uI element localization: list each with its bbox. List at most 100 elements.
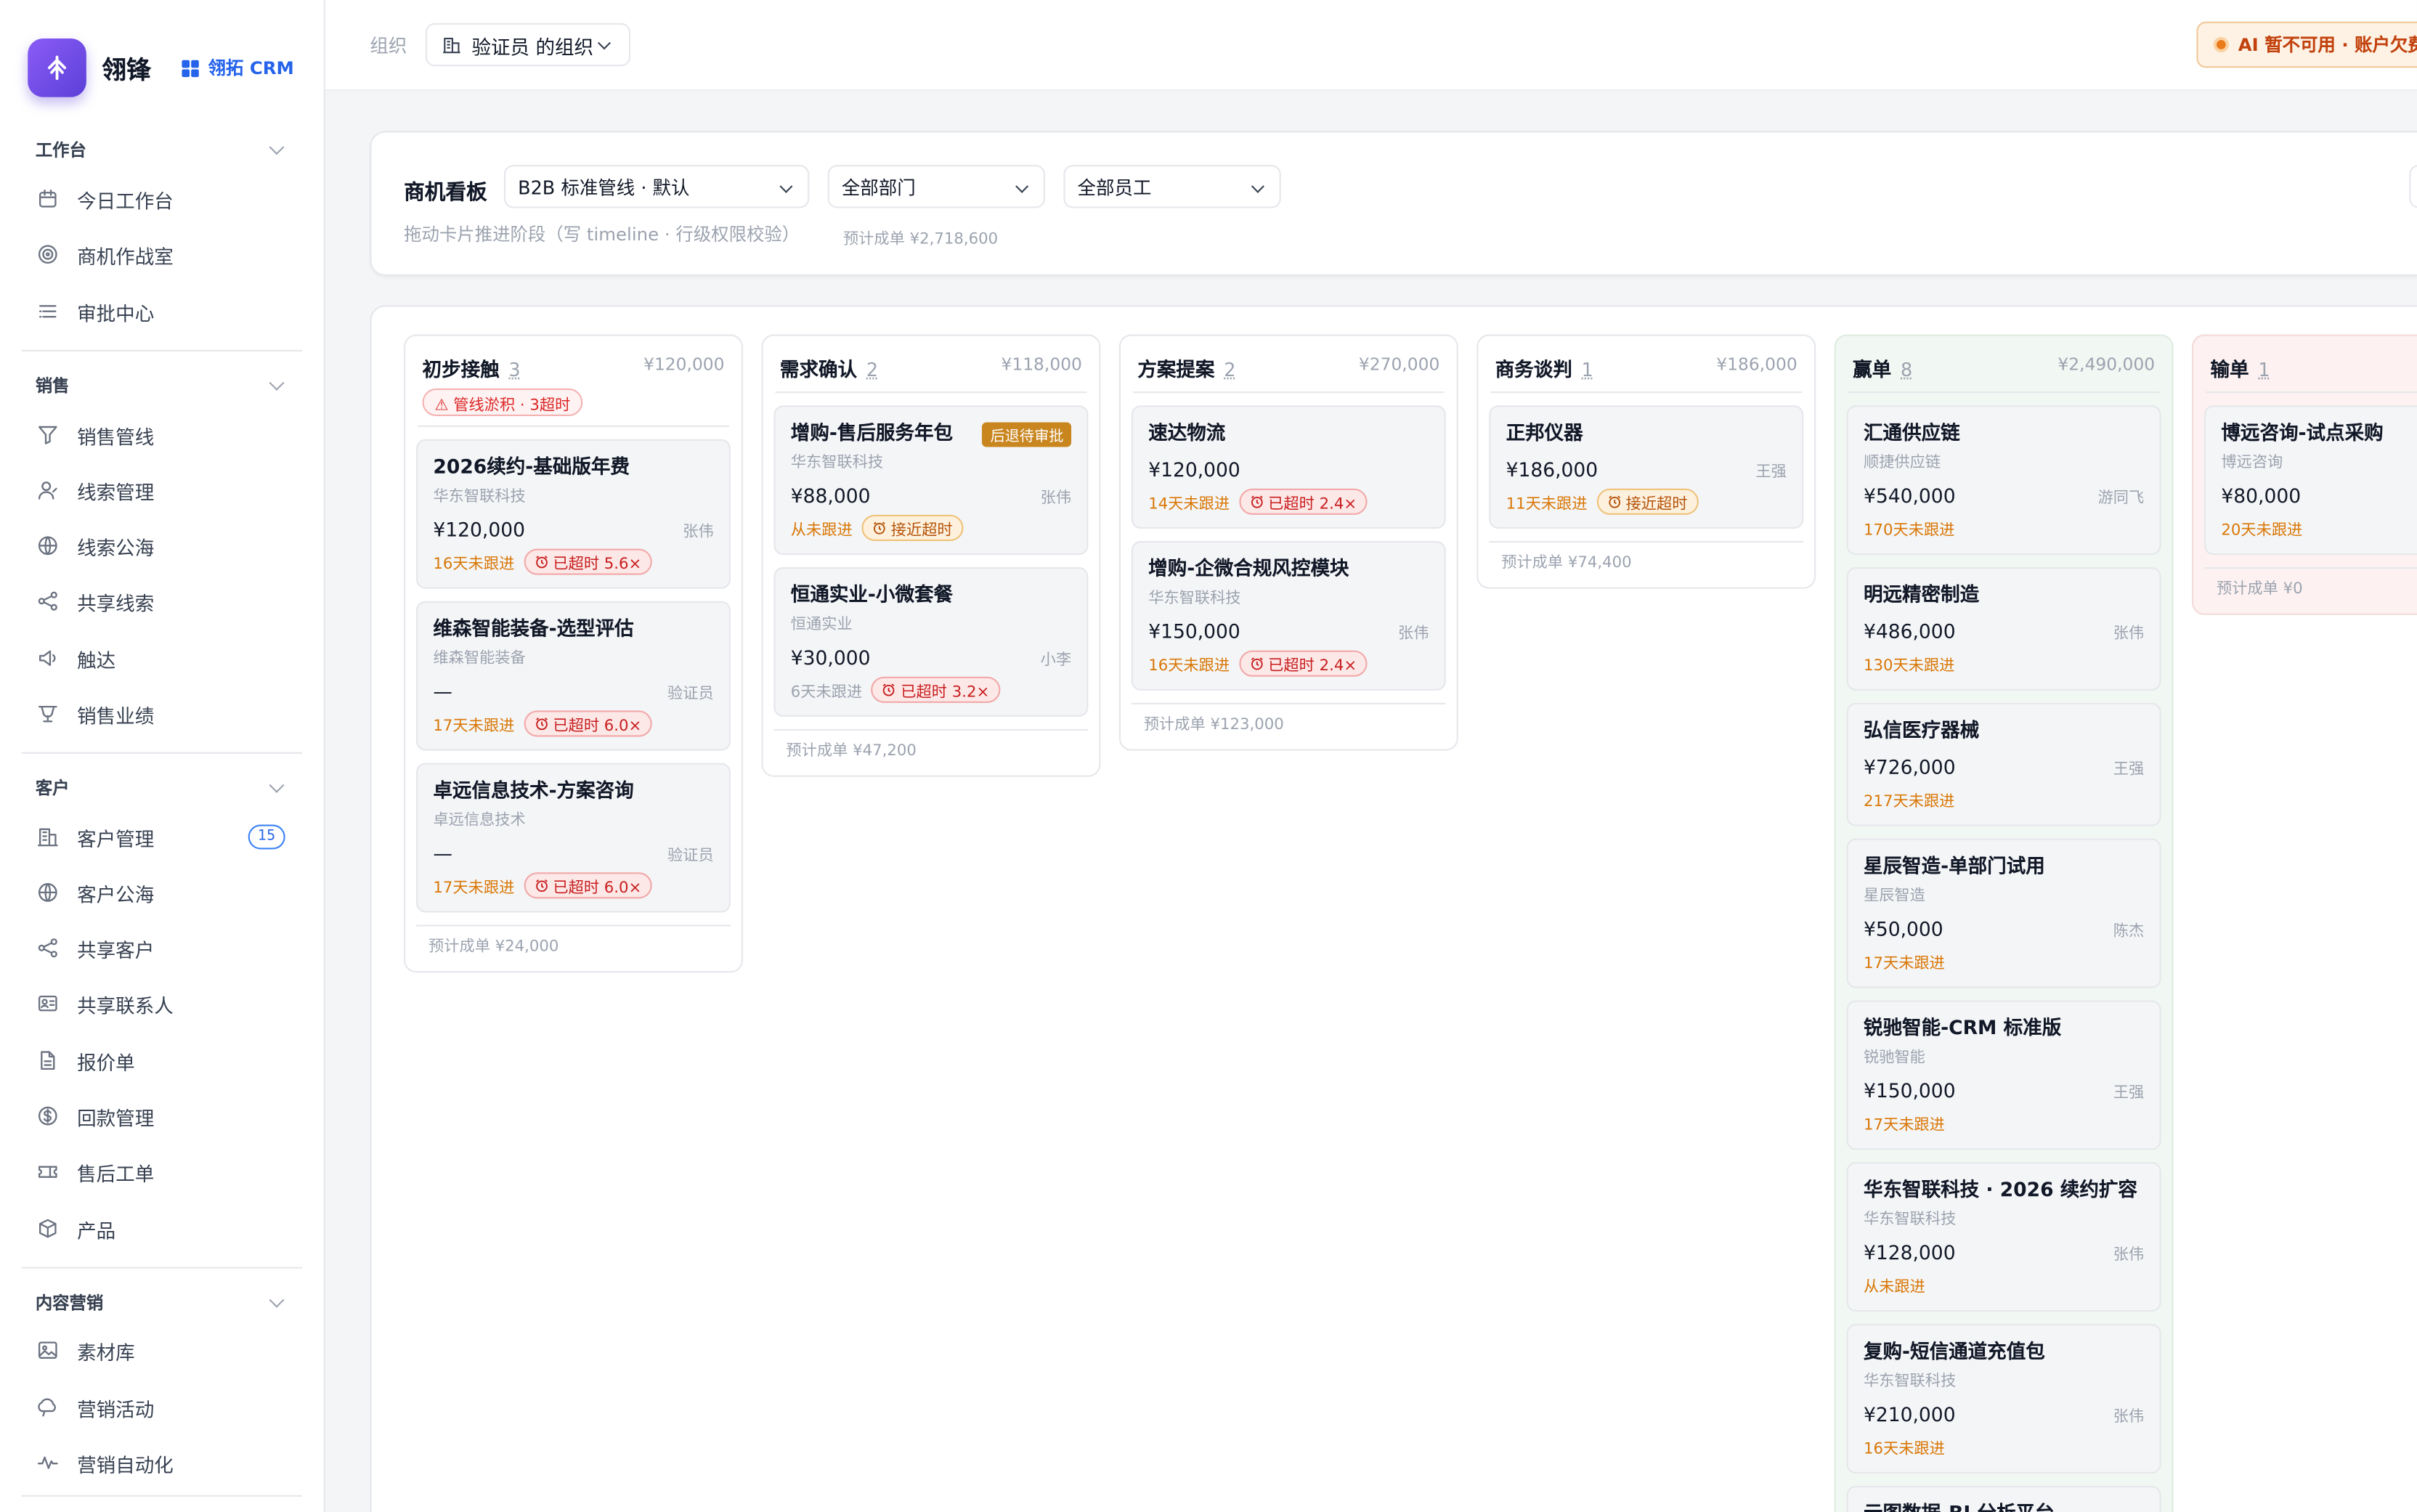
product-tag[interactable]: 翎拓 CRM	[182, 55, 294, 80]
sidebar-item-label: 回款管理	[77, 1105, 155, 1129]
sidebar-item[interactable]: 审批中心	[37, 296, 290, 327]
deal-card[interactable]: 2026续约-基础版年费 华东智联科技 ¥120,000 张伟 16天未跟进 已超时 5.…	[416, 439, 731, 589]
deal-card[interactable]: 弘信医疗器械 ¥726,000 王强 217天未跟进	[1846, 702, 2161, 826]
department-select[interactable]: 全部部门	[827, 165, 1045, 208]
deal-card[interactable]: 卓远信息技术-方案咨询 卓远信息技术 — 验证员 17天未跟进 已超时 6.0×	[416, 763, 731, 913]
sidebar-item[interactable]: 触达	[37, 643, 290, 673]
sidebar: 翎锋 翎拓 CRM 工作台今日工作台商机作战室审批中心销售销售管线线索管理线索公…	[0, 0, 325, 1512]
overdue-text: 接近超时	[890, 521, 953, 539]
deal-amount: ¥150,000	[1863, 1078, 1956, 1102]
deal-card[interactable]: 正邦仪器 ¥186,000 王强 11天未跟进 接近超时	[1489, 405, 1804, 529]
deal-card[interactable]: 复购-短信通道充值包 华东智联科技 ¥210,000 张伟 16天未跟进	[1846, 1324, 2161, 1474]
deal-title: 星辰智造-单部门试用	[1863, 853, 2045, 877]
share-icon	[38, 938, 57, 958]
column-title[interactable]: 输单 1	[2211, 353, 2270, 382]
deal-card[interactable]: 后退待审批 增购-售后服务年包 华东智联科技 ¥88,000 张伟 从未跟进 接近超时	[773, 405, 1089, 556]
sidebar-item-label: 销售管线	[77, 424, 155, 448]
column-title[interactable]: 赢单 8	[1853, 353, 1912, 382]
column-amount: ¥120,000	[643, 354, 725, 375]
kanban-column: 赢单 8 ¥2,490,000 汇通供应链 顺捷供应链 ¥540,000 游同飞 170天未跟…	[1834, 334, 2174, 1512]
sidebar-item-label: 销售业绩	[77, 703, 155, 727]
sidebar-item-label: 客户公海	[77, 882, 155, 906]
column-count: 2	[866, 359, 879, 381]
sidebar-item[interactable]: 线索公海	[37, 530, 290, 561]
top-bar: 组织 验证员 的组织 AI 暂不可用 · 账户欠费	[325, 0, 2417, 92]
grid-icon	[182, 59, 199, 77]
overdue-badge: 已超时 6.0×	[524, 710, 653, 736]
panel-action-button[interactable]	[2409, 165, 2417, 208]
deal-card[interactable]: 汇通供应链 顺捷供应链 ¥540,000 游同飞 170天未跟进	[1846, 405, 2161, 556]
sidebar-item[interactable]: 客户管理 15	[37, 821, 290, 852]
chevron-down-icon	[1251, 179, 1264, 193]
sidebar-item[interactable]: 营销活动	[37, 1392, 290, 1423]
kanban-column: 需求确认 2 ¥118,000 后退待审批 增购-售后服务年包 华东智联科技 ¥88,000…	[761, 334, 1101, 777]
deal-amount: ¥210,000	[1863, 1402, 1956, 1426]
follow-up-status: 130天未跟进	[1863, 657, 1955, 675]
deal-owner: 王强	[2113, 761, 2145, 779]
sidebar-item[interactable]: 回款管理	[37, 1100, 290, 1131]
sidebar-section-1[interactable]: 销售	[36, 373, 288, 398]
deal-amount: ¥120,000	[433, 518, 526, 541]
image-icon	[38, 1341, 57, 1359]
deal-company: 星辰智造	[1863, 887, 1925, 905]
sidebar-item[interactable]: 商机作战室	[37, 239, 290, 269]
deal-card[interactable]: 速达物流 ¥120,000 14天未跟进 已超时 2.4×	[1131, 405, 1446, 529]
column-title[interactable]: 方案提案 2	[1137, 353, 1235, 382]
column-amount: ¥270,000	[1358, 354, 1440, 375]
deal-card[interactable]: 增购-企微合规风控模块 华东智联科技 ¥150,000 张伟 16天未跟进 已超时 2.4…	[1131, 540, 1446, 691]
deal-title: 明远精密制造	[1863, 582, 1980, 606]
ai-status-badge[interactable]: AI 暂不可用 · 账户欠费	[2196, 21, 2417, 68]
count-badge: 15	[248, 824, 285, 850]
deal-card[interactable]: 明远精密制造 ¥486,000 张伟 130天未跟进	[1846, 567, 2161, 691]
sidebar-item-label: 营销活动	[77, 1397, 155, 1420]
deal-card[interactable]: 云图数据-BI 分析平台	[1846, 1485, 2161, 1512]
overdue-text: 已超时 2.4×	[1268, 495, 1357, 513]
sidebar-item[interactable]: 报价单	[37, 1045, 290, 1076]
column-name: 输单	[2210, 357, 2249, 381]
sidebar-item[interactable]: 共享线索	[37, 586, 290, 617]
sidebar-item[interactable]: 共享客户	[37, 932, 290, 963]
dollar-icon	[38, 1106, 57, 1126]
sidebar-item[interactable]: 营销自动化	[37, 1447, 290, 1478]
sidebar-item[interactable]: 共享联系人	[37, 988, 290, 1018]
sidebar-item[interactable]: 销售管线	[37, 419, 290, 450]
deal-card[interactable]: 华东智联科技 · 2026 续约扩容 华东智联科技 ¥128,000 张伟 从未跟进	[1846, 1162, 2161, 1312]
pipeline-alert-badge[interactable]: ⚠ 管线淤积 · 3超时	[422, 388, 583, 417]
deal-card[interactable]: 恒通实业-小微套餐 恒通实业 ¥30,000 小李 6天未跟进 已超时 3.2×	[773, 567, 1089, 717]
sidebar-section-2[interactable]: 客户	[36, 776, 288, 800]
deal-card[interactable]: 博远咨询-试点采购 博远咨询 ¥80,000 20天未跟进	[2204, 405, 2417, 556]
alarm-clock-icon	[1251, 657, 1263, 670]
chevron-down-icon	[269, 374, 285, 390]
follow-up-status: 从未跟进	[1863, 1278, 1925, 1296]
sidebar-item[interactable]: 销售业绩	[37, 698, 290, 728]
deal-card[interactable]: 星辰智造-单部门试用 星辰智造 ¥50,000 陈杰 17天未跟进	[1846, 838, 2161, 988]
employee-select[interactable]: 全部员工	[1063, 165, 1281, 208]
deal-title: 增购-企微合规风控模块	[1148, 556, 1349, 580]
sidebar-item[interactable]: 线索管理	[37, 475, 290, 505]
sidebar-item[interactable]: 素材库	[37, 1335, 290, 1365]
sidebar-item-label: 触达	[77, 648, 116, 672]
building-icon	[443, 37, 460, 54]
column-title[interactable]: 需求确认 2	[780, 353, 878, 382]
sidebar-divider	[21, 752, 302, 754]
column-title[interactable]: 商务谈判 1	[1495, 353, 1593, 382]
sidebar-item[interactable]: 今日工作台	[37, 184, 290, 214]
deal-card[interactable]: 锐驰智能-CRM 标准版 锐驰智能 ¥150,000 王强 17天未跟进	[1846, 1000, 2161, 1150]
org-select[interactable]: 验证员 的组织	[425, 23, 631, 67]
column-forecast: 预计成单 ¥0	[2204, 567, 2417, 614]
brand[interactable]: 翎锋	[28, 38, 151, 97]
document-icon	[41, 1051, 55, 1070]
sidebar-item[interactable]: 客户公海	[37, 877, 290, 908]
sidebar-item[interactable]: 售后工单	[37, 1156, 290, 1187]
sidebar-item-label: 营销自动化	[77, 1452, 174, 1476]
column-title[interactable]: 初步接触 3	[423, 353, 521, 382]
deal-title: 云图数据-BI 分析平台	[1864, 1500, 2144, 1512]
sidebar-item[interactable]: 产品	[37, 1213, 290, 1243]
sidebar-section-0[interactable]: 工作台	[36, 137, 288, 162]
deal-card[interactable]: 维森智能装备-选型评估 维森智能装备 — 验证员 17天未跟进 已超时 6.0×	[416, 601, 731, 751]
pipeline-select[interactable]: B2B 标准管线 · 默认	[504, 165, 810, 208]
column-count: 1	[1581, 359, 1593, 381]
follow-up-status: 16天未跟进	[1148, 657, 1230, 675]
sidebar-section-3[interactable]: 内容营销	[36, 1290, 288, 1314]
sidebar-item-label: 线索管理	[77, 480, 155, 503]
